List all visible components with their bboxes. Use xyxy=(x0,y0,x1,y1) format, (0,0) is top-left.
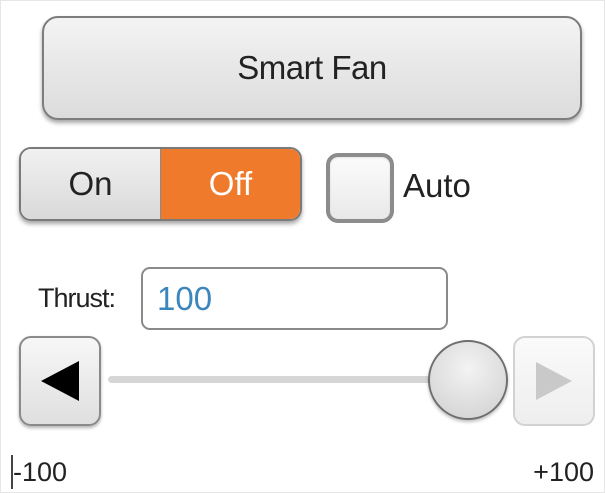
thrust-input[interactable] xyxy=(141,267,448,330)
slider-thumb[interactable] xyxy=(428,340,508,420)
toggle-on-segment[interactable]: On xyxy=(21,149,161,219)
increment-button[interactable] xyxy=(513,336,595,426)
triangle-left-icon xyxy=(41,361,79,401)
slider-max-label: +100 xyxy=(533,457,594,487)
thrust-label: Thrust: xyxy=(38,283,116,313)
slider-min-label: -100 xyxy=(13,457,68,487)
smart-fan-button[interactable]: Smart Fan xyxy=(42,16,582,120)
power-toggle[interactable]: On Off xyxy=(19,147,302,221)
smart-fan-panel: Smart Fan On Off Auto Thrust: -100 +100 xyxy=(0,0,605,493)
toggle-off-segment[interactable]: Off xyxy=(161,149,300,219)
smart-fan-button-label: Smart Fan xyxy=(237,49,387,86)
toggle-off-label: Off xyxy=(208,165,253,202)
decrement-button[interactable] xyxy=(19,336,101,426)
auto-checkbox-label[interactable]: Auto xyxy=(403,167,471,205)
triangle-right-icon xyxy=(536,362,572,400)
auto-checkbox[interactable] xyxy=(326,153,394,223)
toggle-on-label: On xyxy=(68,165,113,202)
